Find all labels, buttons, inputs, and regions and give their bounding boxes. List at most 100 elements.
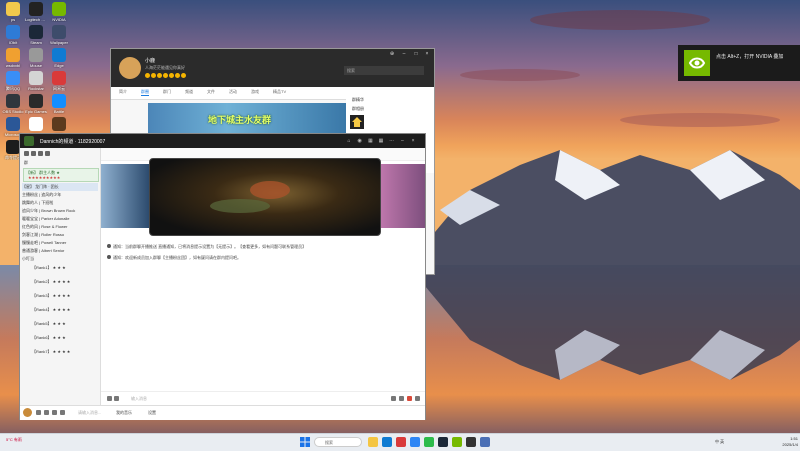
chat-titlebar: Dannich的频道 · 1182920007 ⌂ ◉ ▦ ▦ ⋯ – × xyxy=(20,134,425,148)
settings-button[interactable]: 设置 xyxy=(148,410,156,416)
member-item[interactable]: 跳舞的人 | 下班啦 xyxy=(22,199,98,207)
apps-icon[interactable]: ▦ xyxy=(377,137,385,145)
member-item[interactable]: 主播粉丝 | 追风的少年 xyxy=(22,191,98,199)
clock[interactable]: 1:51 2025/1/4 xyxy=(772,436,798,448)
more-icon[interactable]: ⋯ xyxy=(388,137,396,145)
tab-5[interactable]: 活动 xyxy=(229,89,237,95)
task-mgr-icon[interactable] xyxy=(480,437,490,447)
desktop-icon[interactable]: Steam xyxy=(25,25,47,45)
member-item[interactable]: 慢慢走吧 | Powell Tanner xyxy=(22,239,98,247)
desktop-icon[interactable]: wsdxxbl xyxy=(2,48,24,68)
chat-icon[interactable] xyxy=(399,396,404,401)
start-icon[interactable] xyxy=(300,437,310,447)
close-icon[interactable]: × xyxy=(423,51,431,57)
video-icon[interactable] xyxy=(52,410,57,415)
member-item[interactable]: 红色的风 | Rose & Flower xyxy=(22,223,98,231)
edge-icon[interactable] xyxy=(382,437,392,447)
message-input-bar[interactable]: 输入消息 xyxy=(101,391,425,406)
undo-icon[interactable] xyxy=(391,396,396,401)
share-icon[interactable] xyxy=(60,410,65,415)
member-item[interactable]: 暖暖宝宝 | Parker Adonalle xyxy=(22,215,98,223)
desktop-icon[interactable]: Edge xyxy=(48,48,70,68)
app-icon xyxy=(29,71,43,85)
home-icon[interactable]: ⌂ xyxy=(345,137,353,145)
live-stream-preview[interactable] xyxy=(149,158,381,236)
chat-title: Dannich的频道 · 1182920007 xyxy=(40,139,106,145)
desktop-icon[interactable]: Logitech G HUB xyxy=(25,2,47,22)
game-icon[interactable]: ◉ xyxy=(356,137,364,145)
minimize-icon[interactable]: – xyxy=(398,137,406,145)
image-icon[interactable] xyxy=(114,396,119,401)
tab-6[interactable]: 游戏 xyxy=(251,89,259,95)
nvidia-icon[interactable] xyxy=(452,437,462,447)
wechat-icon[interactable] xyxy=(424,437,434,447)
mic-icon[interactable] xyxy=(407,396,412,401)
group-banner[interactable]: 地下城主水友群 xyxy=(148,103,346,135)
desktop-icon[interactable]: Wallpaper xyxy=(48,25,70,45)
member-item[interactable]: 小叮当 xyxy=(22,255,98,263)
search-input[interactable]: 搜索 xyxy=(344,66,424,75)
settings-icon[interactable] xyxy=(31,151,36,156)
refresh-icon[interactable] xyxy=(45,151,50,156)
desktop-icon[interactable]: NVIDIA xyxy=(48,2,70,22)
desktop-icon[interactable]: IObit xyxy=(2,25,24,45)
music-button[interactable]: 我的音乐 xyxy=(116,410,132,416)
system-tray[interactable]: 中 英 xyxy=(715,439,724,445)
group-chat-window[interactable]: Dannich的频道 · 1182920007 ⌂ ◉ ▦ ▦ ⋯ – × 群 … xyxy=(19,133,426,420)
grid-icon[interactable]: ▦ xyxy=(366,137,374,145)
desktop-icon-label: ps xyxy=(10,17,16,22)
search-icon[interactable] xyxy=(24,151,29,156)
desktop-icon[interactable]: ps xyxy=(2,2,24,22)
send-icon[interactable] xyxy=(415,396,420,401)
tab-4[interactable]: 文件 xyxy=(207,89,215,95)
tab-1[interactable]: 群圈 xyxy=(141,89,149,96)
mail-icon[interactable] xyxy=(38,151,43,156)
group-home-icon[interactable] xyxy=(350,115,364,129)
mic-icon[interactable] xyxy=(44,410,49,415)
tab-2[interactable]: 群门 xyxy=(163,89,171,95)
app-icon xyxy=(52,94,66,108)
desktop-icon[interactable]: Mouse xyxy=(25,48,47,68)
desktop-icon[interactable]: Rockstar xyxy=(25,71,47,91)
app-icon xyxy=(29,48,43,62)
member-item[interactable]: 普通游客 | Albert Senior xyxy=(22,247,98,255)
side-item[interactable]: 群相册 xyxy=(352,106,364,112)
desktop-icon[interactable]: Epic Games xyxy=(25,94,47,114)
member-item[interactable]: 剑客江湖 | Roller Rosso xyxy=(22,231,98,239)
desktop-icon-label: Rockstar xyxy=(28,86,44,91)
member-item[interactable]: 追风少年 | Brown Brown Rock xyxy=(22,207,98,215)
desktop-icon[interactable]: OBS Studio xyxy=(2,94,24,114)
weather-widget[interactable]: 5°C 有雨 xyxy=(6,437,22,443)
banner-text: 地下城主水友群 xyxy=(208,115,272,125)
emoji-icon[interactable] xyxy=(107,396,112,401)
desktop-icon[interactable]: Battle xyxy=(48,94,70,114)
message-input[interactable]: 输入消息 xyxy=(131,396,147,402)
desktop-icon[interactable]: 网易云 xyxy=(48,71,70,91)
nvidia-overlay-toast[interactable]: 点击 Alt+Z，打开 NVIDIA 叠加 xyxy=(678,45,800,81)
app-icon xyxy=(52,2,66,16)
member-item[interactable]: 【星】 龙门阵 · 团长 xyxy=(22,183,98,191)
terminal-icon[interactable] xyxy=(466,437,476,447)
footer-input[interactable]: 请输入消息... xyxy=(78,410,101,416)
qq-icon[interactable] xyxy=(410,437,420,447)
close-icon[interactable]: × xyxy=(409,137,417,145)
chrome-icon[interactable] xyxy=(396,437,406,447)
app-icon xyxy=(6,117,20,131)
avatar[interactable] xyxy=(119,57,141,79)
group-avatar[interactable] xyxy=(24,136,34,146)
app-icon xyxy=(6,2,20,16)
side-item[interactable]: 群精华 xyxy=(352,97,364,103)
minimize-icon[interactable]: – xyxy=(400,51,408,57)
speaker-icon[interactable] xyxy=(36,410,41,415)
maximize-icon[interactable]: □ xyxy=(412,51,420,57)
steam-icon[interactable] xyxy=(438,437,448,447)
file-explorer-icon[interactable] xyxy=(368,437,378,447)
app-icon xyxy=(29,94,43,108)
avatar[interactable] xyxy=(23,408,32,417)
pin-icon[interactable]: ⊕ xyxy=(388,51,396,57)
tab-7[interactable]: 精品TV xyxy=(273,89,286,95)
desktop-icon[interactable]: 腾讯QQ xyxy=(2,71,24,91)
tab-0[interactable]: 简介 xyxy=(119,89,127,95)
taskbar-search[interactable]: 搜索 xyxy=(314,437,362,447)
tab-3[interactable]: 频道 xyxy=(185,89,193,95)
